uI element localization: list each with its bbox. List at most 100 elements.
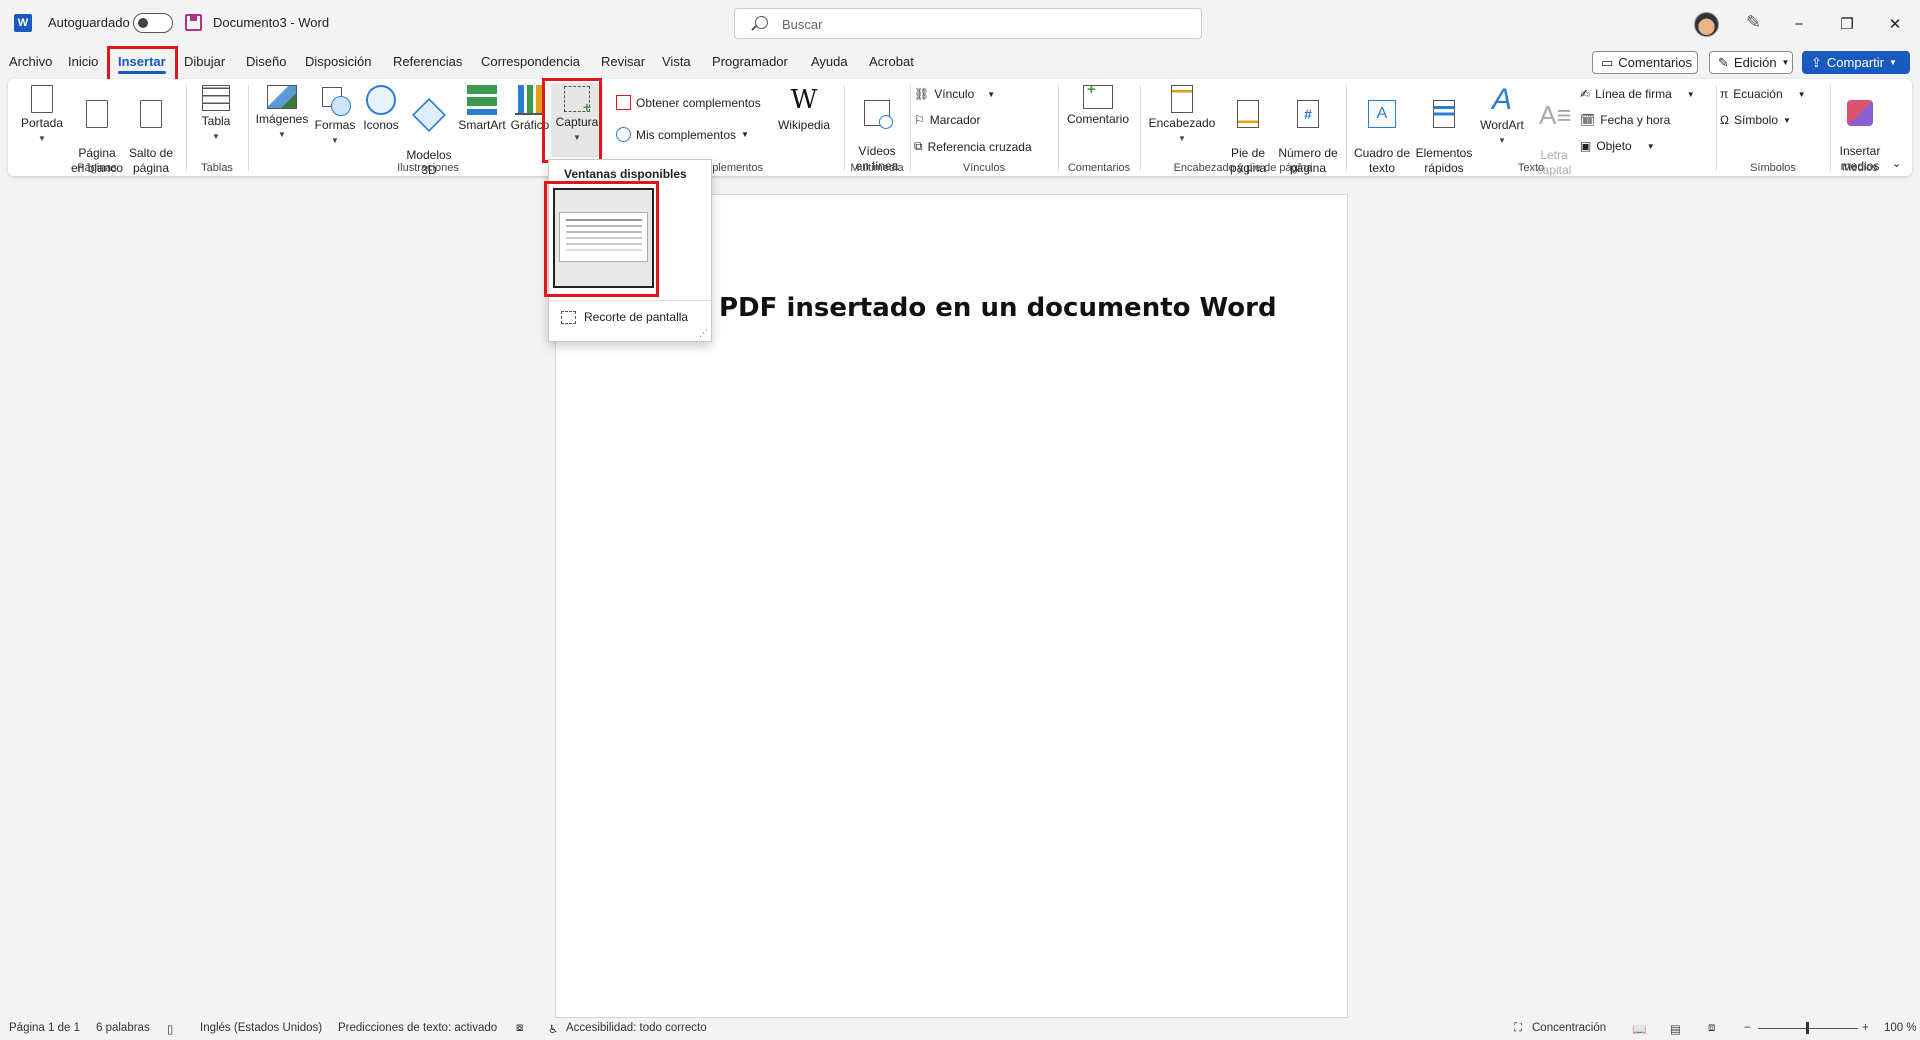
images-button[interactable]: Imágenes ▼ [248,85,316,142]
tab-diseno[interactable]: Diseño [246,54,286,69]
smartart-button[interactable]: SmartArt [454,85,510,133]
tab-revisar[interactable]: Revisar [601,54,645,69]
comments-label: Comentarios [1618,55,1692,70]
tab-archivo[interactable]: Archivo [9,54,52,69]
page-count[interactable]: Página 1 de 1 [9,1022,80,1034]
autosave-label: Autoguardado [48,15,130,30]
chevron-down-icon: ▼ [1783,115,1791,125]
word-count[interactable]: 6 palabras [96,1022,150,1034]
print-layout-icon[interactable]: ▤ [1670,1022,1681,1036]
date-time-button[interactable]: 🗓 Fecha y hora [1580,113,1670,127]
accessibility-status[interactable]: Accesibilidad: todo correcto [566,1022,707,1034]
tab-disposicion[interactable]: Disposición [305,54,371,69]
restore-button[interactable]: ❐ [1824,8,1870,40]
tab-vista[interactable]: Vista [662,54,691,69]
comment-button[interactable]: Comentario [1060,82,1136,127]
chevron-down-icon: ▼ [741,130,749,139]
symbol-label: Símbolo [1733,113,1779,127]
video-icon [864,100,893,129]
icons-button[interactable]: Iconos [358,85,404,133]
resize-grip-icon[interactable]: ⋰ [699,328,708,339]
zoom-slider-handle[interactable] [1806,1022,1809,1034]
screen-clipping-label: Recorte de pantalla [584,310,689,324]
cover-page-button[interactable]: Portada ▼ [20,85,64,146]
web-layout-icon[interactable]: ⧈ [1708,1022,1715,1035]
zoom-out-button[interactable]: − [1744,1022,1751,1034]
group-separator [1346,85,1347,171]
minimize-button[interactable]: − [1776,8,1822,40]
header-button[interactable]: Encabezado ▼ [1142,85,1222,146]
insert-media-button[interactable]: Insertar medios [1830,85,1890,174]
get-addins-button[interactable]: Obtener complementos [616,95,761,110]
tab-programador[interactable]: Programador [712,54,788,69]
tab-dibujar[interactable]: Dibujar [184,54,225,69]
symbol-button[interactable]: Ω Símbolo ▼ [1720,113,1791,127]
blank-page-icon [86,100,108,128]
avatar[interactable] [1694,12,1719,37]
chevron-down-icon: ▼ [1781,58,1790,67]
language-status[interactable]: Inglés (Estados Unidos) [200,1022,322,1034]
search-input[interactable]: Buscar [734,8,1202,39]
zoom-level[interactable]: 100 % [1884,1022,1917,1034]
my-addins-label: Mis complementos [636,127,737,142]
online-video-button[interactable]: Vídeos en línea [848,85,906,174]
editing-button[interactable]: ✎ Edición ▼ [1709,51,1793,74]
text-box-icon: A [1368,100,1396,128]
available-windows-title: Ventanas disponibles [564,167,687,181]
macro-icon[interactable]: ⧇ [516,1022,523,1035]
header-icon [1171,85,1193,113]
cross-reference-label: Referencia cruzada [927,139,1032,154]
tab-inicio[interactable]: Inicio [68,54,98,69]
wordart-button[interactable]: A WordArt ▼ [1474,85,1530,148]
share-button[interactable]: ⇪ Compartir ▼ [1802,51,1910,74]
shapes-label: Formas [314,118,356,132]
group-separator [1716,85,1717,171]
search-placeholder: Buscar [782,17,823,32]
my-addins-button[interactable]: Mis complementos ▼ [616,127,749,142]
chevron-down-icon: ▼ [1888,58,1897,67]
tab-referencias[interactable]: Referencias [393,54,462,69]
screen-clipping-item[interactable]: Recorte de pantalla [561,310,688,324]
wordart-icon: A [1491,83,1512,116]
close-button[interactable]: ✕ [1872,8,1918,40]
proofing-icon[interactable]: ▯ [167,1022,173,1036]
pen-icon[interactable]: ✎ [1746,12,1761,33]
thumbnail-highlight-box [544,181,659,297]
cover-page-icon [31,85,53,113]
chevron-down-icon: ▼ [331,136,339,145]
cross-reference-button[interactable]: ⧉ Referencia cruzada [914,139,1032,154]
shapes-button[interactable]: Formas ▼ [310,85,360,148]
link-label: Vínculo [934,87,975,101]
ribbon-collapse-icon[interactable]: ⌄ [1892,157,1901,170]
focus-mode-button[interactable]: Concentración [1532,1022,1606,1034]
signature-line-button[interactable]: ✍ Línea de firma ▼ [1580,87,1695,101]
calendar-icon: 🗓 [1580,113,1596,127]
wordart-label: WordArt [1480,118,1524,132]
signature-icon: ✍ [1580,87,1591,101]
table-button[interactable]: Tabla ▼ [194,85,238,144]
tab-correspondencia[interactable]: Correspondencia [481,54,580,69]
bookmark-button[interactable]: ⚐ Marcador [914,113,980,127]
object-button[interactable]: ▣ Objeto ▼ [1580,139,1655,153]
title-bar: W Autoguardado Documento3 - Word Buscar … [0,0,1920,48]
equation-button[interactable]: π Ecuación ▼ [1720,87,1806,101]
group-separator [844,85,845,171]
read-mode-icon[interactable]: 📖 [1632,1022,1646,1036]
comments-button[interactable]: ▭ Comentarios [1592,51,1698,74]
accessibility-icon: ♿ [548,1024,559,1036]
zoom-in-button[interactable]: + [1862,1022,1869,1034]
tab-ayuda[interactable]: Ayuda [811,54,848,69]
group-separator [186,85,187,171]
group-separator [1058,85,1059,171]
group-label-texto: Texto [1517,162,1545,174]
tab-acrobat[interactable]: Acrobat [869,54,914,69]
save-icon[interactable] [185,14,202,31]
text-predictions-status[interactable]: Predicciones de texto: activado [338,1022,497,1034]
cube-icon [412,98,446,132]
link-button[interactable]: ⛓ Vínculo ▼ [914,87,995,101]
ribbon: Portada ▼ Página en blanco Salto de pági… [8,79,1912,177]
autosave-toggle[interactable] [133,13,173,33]
wikipedia-button[interactable]: W Wikipedia [772,85,836,133]
group-separator [1140,85,1141,171]
group-label-simbolos: Símbolos [1750,162,1796,174]
